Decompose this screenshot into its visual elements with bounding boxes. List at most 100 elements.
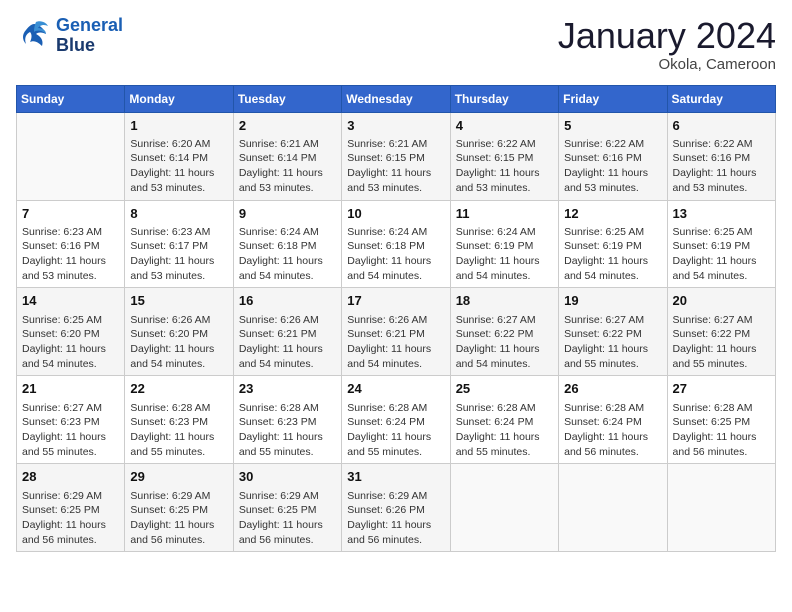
day-number: 1 [130,117,227,135]
day-info: Sunrise: 6:22 AM Sunset: 6:16 PM Dayligh… [673,137,770,196]
weekday-header-wednesday: Wednesday [342,85,450,112]
calendar-week-row: 21Sunrise: 6:27 AM Sunset: 6:23 PM Dayli… [17,376,776,464]
day-info: Sunrise: 6:28 AM Sunset: 6:24 PM Dayligh… [347,401,444,460]
calendar-cell: 9 Sunrise: 6:24 AM Sunset: 6:18 PM Daylig… [233,200,341,288]
day-number: 29 [130,468,227,486]
day-info: Sunrise: 6:27 AM Sunset: 6:22 PM Dayligh… [673,313,770,372]
calendar-header-row: SundayMondayTuesdayWednesdayThursdayFrid… [17,85,776,112]
calendar-week-row: 28 Sunrise: 6:29 AM Sunset: 6:25 PM Dayli… [17,464,776,552]
day-number: 6 [673,117,770,135]
day-number: 8 [130,205,227,223]
logo-text: General Blue [56,16,123,56]
day-number: 31 [347,468,444,486]
day-number: 2 [239,117,336,135]
day-number: 22 [130,380,227,398]
calendar-week-row: 1 Sunrise: 6:20 AM Sunset: 6:14 PM Daylig… [17,112,776,200]
calendar-cell [450,464,558,552]
calendar-cell [17,112,125,200]
day-number: 27 [673,380,770,398]
calendar-cell: 31 Sunrise: 6:29 AM Sunset: 6:26 PM Dayli… [342,464,450,552]
calendar-cell: 17 Sunrise: 6:26 AM Sunset: 6:21 PM Dayli… [342,288,450,376]
day-info: Sunrise: 6:29 AM Sunset: 6:25 PM Dayligh… [22,489,119,548]
calendar-cell: 25Sunrise: 6:28 AM Sunset: 6:24 PM Dayli… [450,376,558,464]
day-info: Sunrise: 6:21 AM Sunset: 6:14 PM Dayligh… [239,137,336,196]
day-info: Sunrise: 6:23 AM Sunset: 6:16 PM Dayligh… [22,225,119,284]
weekday-header-friday: Friday [559,85,667,112]
day-info: Sunrise: 6:22 AM Sunset: 6:15 PM Dayligh… [456,137,553,196]
day-info: Sunrise: 6:27 AM Sunset: 6:22 PM Dayligh… [456,313,553,372]
calendar-cell: 26 Sunrise: 6:28 AM Sunset: 6:24 PM Dayli… [559,376,667,464]
day-number: 3 [347,117,444,135]
day-info: Sunrise: 6:28 AM Sunset: 6:23 PM Dayligh… [239,401,336,460]
day-number: 17 [347,292,444,310]
day-number: 24 [347,380,444,398]
calendar-cell: 15 Sunrise: 6:26 AM Sunset: 6:20 PM Dayli… [125,288,233,376]
calendar-cell: 4 Sunrise: 6:22 AM Sunset: 6:15 PM Daylig… [450,112,558,200]
calendar-cell: 12 Sunrise: 6:25 AM Sunset: 6:19 PM Dayli… [559,200,667,288]
calendar-cell: 18 Sunrise: 6:27 AM Sunset: 6:22 PM Dayli… [450,288,558,376]
calendar-cell: 22Sunrise: 6:28 AM Sunset: 6:23 PM Dayli… [125,376,233,464]
calendar-cell: 28 Sunrise: 6:29 AM Sunset: 6:25 PM Dayli… [17,464,125,552]
day-number: 7 [22,205,119,223]
day-info: Sunrise: 6:25 AM Sunset: 6:19 PM Dayligh… [564,225,661,284]
calendar-cell: 11Sunrise: 6:24 AM Sunset: 6:19 PM Dayli… [450,200,558,288]
day-info: Sunrise: 6:28 AM Sunset: 6:24 PM Dayligh… [564,401,661,460]
calendar-cell: 10 Sunrise: 6:24 AM Sunset: 6:18 PM Dayli… [342,200,450,288]
day-number: 10 [347,205,444,223]
day-number: 5 [564,117,661,135]
day-info: Sunrise: 6:27 AM Sunset: 6:22 PM Dayligh… [564,313,661,372]
day-number: 26 [564,380,661,398]
day-number: 14 [22,292,119,310]
weekday-header-thursday: Thursday [450,85,558,112]
calendar-cell: 14 Sunrise: 6:25 AM Sunset: 6:20 PM Dayli… [17,288,125,376]
calendar-cell: 8 Sunrise: 6:23 AM Sunset: 6:17 PM Daylig… [125,200,233,288]
day-info: Sunrise: 6:24 AM Sunset: 6:18 PM Dayligh… [347,225,444,284]
day-number: 28 [22,468,119,486]
calendar-week-row: 7 Sunrise: 6:23 AM Sunset: 6:16 PM Daylig… [17,200,776,288]
day-number: 9 [239,205,336,223]
day-number: 21 [22,380,119,398]
calendar-cell: 30Sunrise: 6:29 AM Sunset: 6:25 PM Dayli… [233,464,341,552]
calendar-body: 1 Sunrise: 6:20 AM Sunset: 6:14 PM Daylig… [17,112,776,552]
day-info: Sunrise: 6:29 AM Sunset: 6:25 PM Dayligh… [130,489,227,548]
day-info: Sunrise: 6:26 AM Sunset: 6:20 PM Dayligh… [130,313,227,372]
calendar-cell: 6 Sunrise: 6:22 AM Sunset: 6:16 PM Daylig… [667,112,775,200]
day-info: Sunrise: 6:23 AM Sunset: 6:17 PM Dayligh… [130,225,227,284]
calendar-cell: 16 Sunrise: 6:26 AM Sunset: 6:21 PM Dayli… [233,288,341,376]
day-number: 12 [564,205,661,223]
day-info: Sunrise: 6:24 AM Sunset: 6:18 PM Dayligh… [239,225,336,284]
weekday-header-monday: Monday [125,85,233,112]
day-info: Sunrise: 6:25 AM Sunset: 6:20 PM Dayligh… [22,313,119,372]
calendar-cell: 27Sunrise: 6:28 AM Sunset: 6:25 PM Dayli… [667,376,775,464]
day-number: 16 [239,292,336,310]
calendar-cell: 2 Sunrise: 6:21 AM Sunset: 6:14 PM Daylig… [233,112,341,200]
day-number: 25 [456,380,553,398]
day-info: Sunrise: 6:29 AM Sunset: 6:26 PM Dayligh… [347,489,444,548]
calendar-cell: 23 Sunrise: 6:28 AM Sunset: 6:23 PM Dayli… [233,376,341,464]
weekday-header-sunday: Sunday [17,85,125,112]
day-info: Sunrise: 6:26 AM Sunset: 6:21 PM Dayligh… [347,313,444,372]
calendar-cell: 3Sunrise: 6:21 AM Sunset: 6:15 PM Daylig… [342,112,450,200]
calendar-cell [667,464,775,552]
day-number: 18 [456,292,553,310]
calendar-cell [559,464,667,552]
calendar-cell: 29 Sunrise: 6:29 AM Sunset: 6:25 PM Dayli… [125,464,233,552]
day-info: Sunrise: 6:22 AM Sunset: 6:16 PM Dayligh… [564,137,661,196]
calendar-cell: 21Sunrise: 6:27 AM Sunset: 6:23 PM Dayli… [17,376,125,464]
calendar-cell: 24 Sunrise: 6:28 AM Sunset: 6:24 PM Dayli… [342,376,450,464]
day-number: 15 [130,292,227,310]
calendar-cell: 20 Sunrise: 6:27 AM Sunset: 6:22 PM Dayli… [667,288,775,376]
day-number: 23 [239,380,336,398]
logo-icon [16,18,52,54]
day-number: 30 [239,468,336,486]
weekday-header-tuesday: Tuesday [233,85,341,112]
day-info: Sunrise: 6:20 AM Sunset: 6:14 PM Dayligh… [130,137,227,196]
calendar-table: SundayMondayTuesdayWednesdayThursdayFrid… [16,85,776,553]
calendar-week-row: 14 Sunrise: 6:25 AM Sunset: 6:20 PM Dayli… [17,288,776,376]
day-info: Sunrise: 6:26 AM Sunset: 6:21 PM Dayligh… [239,313,336,372]
calendar-cell: 7 Sunrise: 6:23 AM Sunset: 6:16 PM Daylig… [17,200,125,288]
calendar-cell: 1 Sunrise: 6:20 AM Sunset: 6:14 PM Daylig… [125,112,233,200]
day-number: 4 [456,117,553,135]
day-number: 20 [673,292,770,310]
calendar-cell: 19Sunrise: 6:27 AM Sunset: 6:22 PM Dayli… [559,288,667,376]
